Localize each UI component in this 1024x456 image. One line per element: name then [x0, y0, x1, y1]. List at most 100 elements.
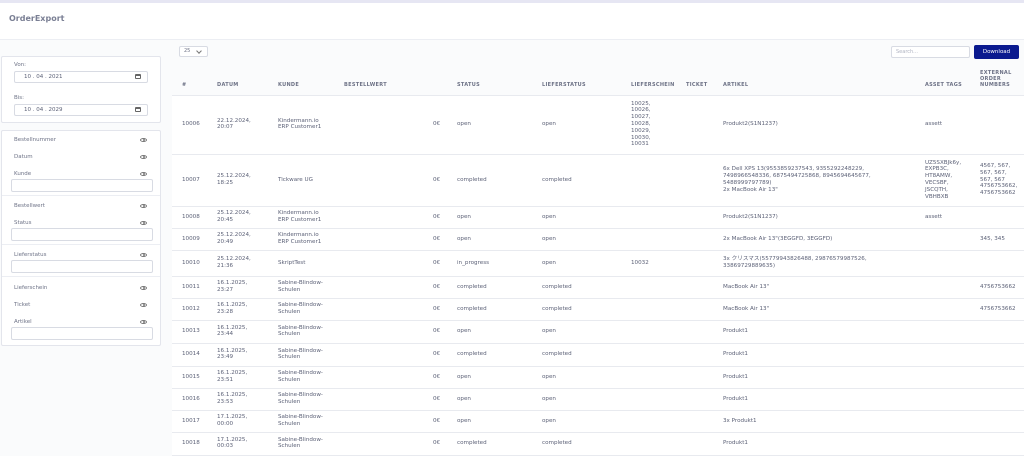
- eye-icon[interactable]: [140, 286, 147, 290]
- cell-wert: 0€: [433, 373, 441, 380]
- eye-icon[interactable]: [140, 221, 147, 225]
- cell-datum: 16.1.2025, 23:49: [217, 347, 248, 361]
- cell-liefer: open: [542, 235, 556, 242]
- cell-ext: 4756753662: [980, 305, 1016, 312]
- row-divider: [172, 298, 1024, 299]
- cell-liefer: completed: [542, 440, 572, 447]
- column-header[interactable]: EXTERNAL ORDER NUMBERS: [980, 70, 1012, 88]
- cell-artikel: MacBook Air 13": [723, 283, 770, 290]
- row-divider: [172, 95, 1024, 96]
- eye-icon[interactable]: [140, 204, 147, 208]
- cell-artikel: 3x クリスマス(55779943826488, 29876579987526,…: [723, 256, 867, 269]
- filter-label: Status: [14, 220, 32, 226]
- filter-input[interactable]: [11, 260, 153, 273]
- page-size-value: 25: [184, 48, 191, 54]
- filter-input[interactable]: [11, 327, 153, 340]
- eye-icon[interactable]: [140, 138, 147, 142]
- cell-kunde: Sabine-Blindow- Schulen: [278, 302, 323, 315]
- cell-wert: 0€: [433, 121, 441, 128]
- cell-status: completed: [457, 176, 487, 183]
- cell-datum: 16.1.2025, 23:51: [217, 370, 248, 383]
- cell-kunde: Sabine-Blindow- Schulen: [278, 436, 323, 450]
- to-date-value: 10 . 04 . 2029: [24, 107, 63, 113]
- cell-id: 10011: [182, 283, 200, 290]
- eye-icon[interactable]: [140, 253, 147, 257]
- cell-datum: 25.12.2024, 20:45: [217, 210, 251, 223]
- search-input[interactable]: Search...: [891, 46, 970, 58]
- cell-status: completed: [457, 440, 487, 447]
- cell-artikel: Produkt1: [723, 328, 748, 335]
- filter-input[interactable]: [11, 228, 153, 241]
- calendar-icon[interactable]: [135, 74, 141, 79]
- download-button[interactable]: Download: [974, 45, 1019, 59]
- cell-id: 10013: [182, 328, 200, 335]
- cell-status: open: [457, 373, 471, 380]
- cell-kunde: Sabine-Blindow- Schulen: [278, 280, 323, 293]
- column-header[interactable]: TICKET: [686, 82, 707, 88]
- cell-datum: 22.12.2024, 20:07: [217, 117, 251, 131]
- to-date-input[interactable]: 10 . 04 . 2029: [14, 104, 148, 116]
- column-header[interactable]: DATUM: [217, 82, 239, 88]
- cell-liefer: completed: [542, 283, 572, 290]
- cell-liefer: open: [542, 121, 556, 128]
- filter-label: Kunde: [14, 171, 32, 177]
- cell-liefer: open: [542, 417, 556, 424]
- cell-artikel: 2x MacBook Air 13"(3EGGFD, 3EGGFD): [723, 235, 833, 242]
- filter-label: Lieferschein: [14, 285, 48, 291]
- filter-divider: [2, 244, 160, 245]
- cell-wert: 0€: [433, 440, 441, 447]
- cell-artikel: Produkt1: [723, 351, 748, 358]
- chevron-down-icon: [196, 48, 202, 54]
- cell-id: 10012: [182, 305, 200, 312]
- row-divider: [172, 366, 1024, 367]
- row-divider: [172, 320, 1024, 321]
- calendar-icon[interactable]: [135, 107, 141, 112]
- cell-ext: 4567, 567, 567, 567, 567, 567 4756753662…: [980, 163, 1018, 197]
- cell-wert: 0€: [433, 259, 441, 266]
- column-header[interactable]: LIEFERSTATUS: [542, 82, 586, 88]
- cell-datum: 25.12.2024, 18:25: [217, 173, 251, 186]
- cell-status: in_progress: [457, 259, 490, 266]
- column-filter-card: Bestellnummer Datum Kunde Bestellwert Status…: [1, 130, 161, 346]
- cell-status: open: [457, 121, 471, 128]
- cell-liefer: open: [542, 328, 556, 335]
- cell-id: 10007: [182, 176, 200, 183]
- cell-wert: 0€: [433, 417, 441, 424]
- cell-status: open: [457, 328, 471, 335]
- column-header[interactable]: ASSET TAGS: [925, 82, 962, 88]
- cell-ext: 4756753662: [980, 283, 1016, 290]
- cell-datum: 17.1.2025, 00:03: [217, 436, 248, 450]
- column-header[interactable]: KUNDE: [278, 82, 299, 88]
- filter-divider: [2, 276, 160, 277]
- cell-artikel: Produkt2(S1N1237): [723, 121, 778, 128]
- row-divider: [172, 432, 1024, 433]
- filter-divider: [2, 195, 160, 196]
- column-header[interactable]: ARTIKEL: [723, 82, 748, 88]
- column-header[interactable]: #: [182, 82, 187, 88]
- page-size-select[interactable]: 25: [179, 46, 208, 57]
- column-header[interactable]: LIEFERSCHEIN: [631, 82, 675, 88]
- from-date-value: 10 . 04 . 2021: [24, 74, 63, 80]
- eye-icon[interactable]: [140, 172, 147, 176]
- cell-liefer: completed: [542, 351, 572, 358]
- eye-icon[interactable]: [140, 155, 147, 159]
- cell-kunde: Kindermann.io ERP Customer1: [278, 210, 322, 223]
- cell-schein: 10032: [631, 259, 649, 266]
- cell-ext: 345, 345: [980, 235, 1005, 242]
- column-header[interactable]: BESTELLWERT: [344, 82, 387, 88]
- filter-label: Ticket: [14, 302, 31, 308]
- filter-label: Lieferstatus: [14, 252, 47, 258]
- column-header[interactable]: STATUS: [457, 82, 480, 88]
- app-title: OrderExport: [9, 14, 65, 23]
- cell-kunde: Kindermann.io ERP Customer1: [278, 117, 322, 131]
- cell-wert: 0€: [433, 395, 441, 402]
- row-divider: [172, 206, 1024, 207]
- filter-input[interactable]: [11, 179, 153, 192]
- cell-artikel: 3x Produkt1: [723, 417, 757, 424]
- eye-icon[interactable]: [140, 303, 147, 307]
- cell-wert: 0€: [433, 235, 441, 242]
- row-divider: [172, 410, 1024, 411]
- eye-icon[interactable]: [140, 320, 147, 324]
- app-header: OrderExport: [0, 3, 1024, 40]
- from-date-input[interactable]: 10 . 04 . 2021: [14, 71, 148, 83]
